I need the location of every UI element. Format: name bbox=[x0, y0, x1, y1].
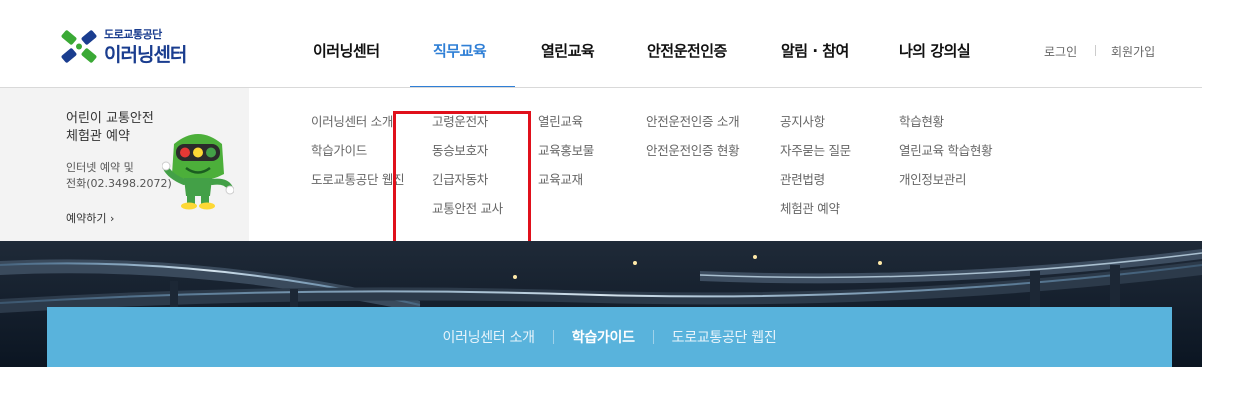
submenu-item-emergency-vehicles[interactable]: 긴급자동차 bbox=[432, 171, 503, 200]
submenu-item-traffic-safety-teacher[interactable]: 교통안전 교사 bbox=[432, 200, 503, 229]
submenu-item-faq[interactable]: 자주묻는 질문 bbox=[780, 142, 851, 171]
submenu-item-hall-reservation[interactable]: 체험관 예약 bbox=[780, 200, 851, 229]
logo-service-name: 이러닝센터 bbox=[104, 44, 187, 66]
submenu-my-classroom: 학습현황 열린교육 학습현황 개인정보관리 bbox=[899, 113, 993, 200]
submenu-safe-driving-cert: 안전운전인증 소개 안전운전인증 현황 bbox=[646, 113, 740, 171]
experience-hall-promo: 어린이 교통안전 체험관 예약 인터넷 예약 및 전화(02.3498.2072… bbox=[0, 88, 249, 241]
submenu-item-open-edu-status[interactable]: 열린교육 학습현황 bbox=[899, 142, 993, 171]
submenu-item-accompanying-guardian[interactable]: 동승보호자 bbox=[432, 142, 503, 171]
submenu-item-learning-status[interactable]: 학습현황 bbox=[899, 113, 992, 142]
signup-link[interactable]: 회원가입 bbox=[1111, 43, 1155, 60]
submenu-item-webzine[interactable]: 도로교통공단 웹진 bbox=[311, 171, 405, 200]
submenu-item-elderly-drivers[interactable]: 고령운전자 bbox=[432, 113, 503, 142]
site-header: 도로교통공단 이러닝센터 이러닝센터 직무교육 열린교육 안전운전인증 알림 ·… bbox=[0, 0, 1233, 88]
submenu-item-privacy-management[interactable]: 개인정보관리 bbox=[899, 171, 992, 200]
submenu-item-promo-materials[interactable]: 교육홍보물 bbox=[538, 142, 594, 171]
util-divider bbox=[1095, 45, 1096, 56]
gnb-item-elearning-center[interactable]: 이러닝센터 bbox=[313, 40, 380, 61]
submenu-item-learning-guide[interactable]: 학습가이드 bbox=[311, 142, 404, 171]
submenu-open-education: 열린교육 교육홍보물 교육교재 bbox=[538, 113, 594, 200]
reserve-link[interactable]: 예약하기 › bbox=[66, 210, 114, 226]
submenu-item-center-intro[interactable]: 이러닝센터 소개 bbox=[311, 113, 404, 142]
traffic-light-mascot-icon bbox=[162, 134, 234, 210]
gnb-item-safe-driving-cert[interactable]: 안전운전인증 bbox=[647, 40, 727, 61]
subnav-item-webzine[interactable]: 도로교통공단 웹진 bbox=[654, 327, 795, 347]
submenu-notice-participation: 공지사항 자주묻는 질문 관련법령 체험관 예약 bbox=[780, 113, 851, 229]
submenu-item-cert-status[interactable]: 안전운전인증 현황 bbox=[646, 142, 740, 171]
submenu-item-textbooks[interactable]: 교육교재 bbox=[538, 171, 594, 200]
promo-description: 인터넷 예약 및 전화(02.3498.2072) bbox=[66, 161, 172, 190]
sub-navigation-bar: 이러닝센터 소개 학습가이드 도로교통공단 웹진 bbox=[47, 307, 1172, 367]
submenu-item-open-education[interactable]: 열린교육 bbox=[538, 113, 594, 142]
gnb-item-my-classroom[interactable]: 나의 강의실 bbox=[899, 40, 971, 61]
gnb-item-notice-participation[interactable]: 알림 · 참여 bbox=[781, 40, 849, 61]
site-logo[interactable]: 도로교통공단 이러닝센터 bbox=[60, 26, 210, 70]
gnb-item-open-education[interactable]: 열린교육 bbox=[541, 40, 595, 61]
submenu-item-related-laws[interactable]: 관련법령 bbox=[780, 171, 851, 200]
submenu-job-training: 고령운전자 동승보호자 긴급자동차 교통안전 교사 bbox=[432, 113, 503, 229]
mega-menu: 어린이 교통안전 체험관 예약 인터넷 예약 및 전화(02.3498.2072… bbox=[0, 88, 1202, 315]
submenu-item-cert-intro[interactable]: 안전운전인증 소개 bbox=[646, 113, 740, 142]
promo-title: 어린이 교통안전 체험관 예약 bbox=[66, 111, 154, 144]
subnav-item-learning-guide[interactable]: 학습가이드 bbox=[554, 327, 653, 347]
login-link[interactable]: 로그인 bbox=[1044, 43, 1077, 60]
submenu-item-notices[interactable]: 공지사항 bbox=[780, 113, 851, 142]
subnav-item-center-intro[interactable]: 이러닝센터 소개 bbox=[425, 327, 553, 347]
submenu-elearning-center: 이러닝센터 소개 학습가이드 도로교통공단 웹진 bbox=[311, 113, 405, 200]
gnb-item-job-training[interactable]: 직무교육 bbox=[433, 40, 487, 61]
logo-emblem-icon bbox=[61, 30, 97, 63]
